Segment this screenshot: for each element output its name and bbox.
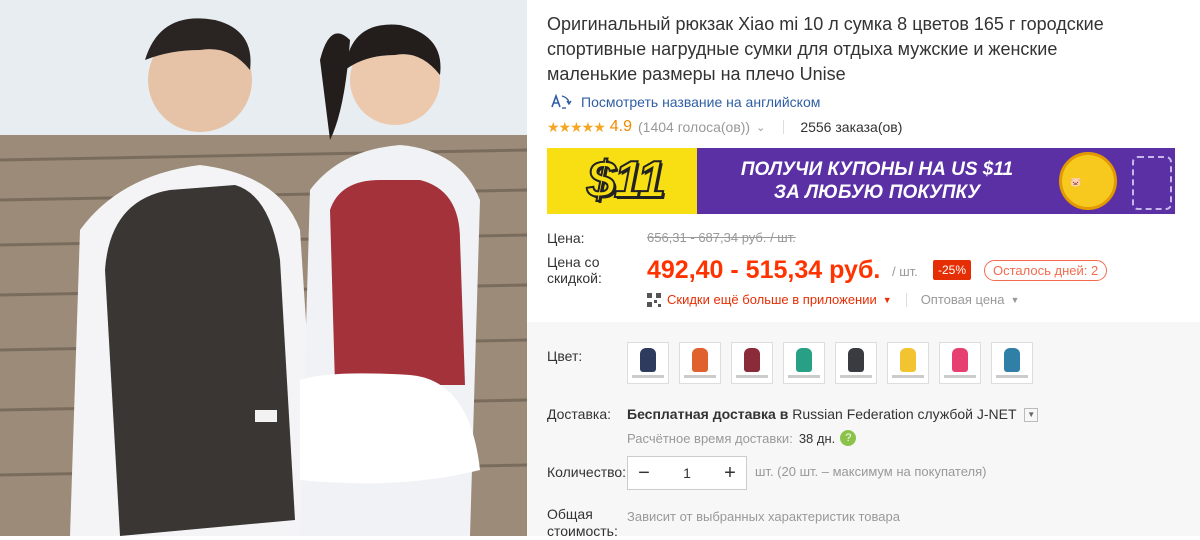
- swatch-caption: [684, 375, 716, 378]
- rating-row: ★★★★★ 4.9 (1404 голоса(ов)) ⌄ 2556 заказ…: [547, 118, 902, 136]
- wholesale-price-link[interactable]: Оптовая цена: [921, 292, 1005, 307]
- rating-votes[interactable]: (1404 голоса(ов)): [638, 119, 750, 135]
- chevron-down-icon[interactable]: ⌄: [756, 121, 765, 134]
- ticket-icon: [1132, 156, 1172, 210]
- color-swatch[interactable]: [835, 342, 877, 384]
- increase-quantity-button[interactable]: +: [714, 462, 746, 485]
- color-swatch[interactable]: [731, 342, 773, 384]
- help-icon[interactable]: ?: [840, 430, 857, 446]
- app-discount-link[interactable]: Скидки ещё больше в приложении: [667, 292, 877, 307]
- swatch-caption: [736, 375, 768, 378]
- delivery-time-row: Расчётное время доставки: 38 дн. ?: [627, 430, 857, 446]
- shipping-free-text: Бесплатная доставка в: [627, 406, 789, 422]
- delivery-time-value: 38 дн.: [798, 430, 836, 446]
- translate-title-link[interactable]: Посмотреть название на английском: [547, 92, 820, 112]
- swatch-caption: [788, 375, 820, 378]
- per-unit: / шт.: [892, 264, 918, 279]
- old-price: 656,31 - 687,34 руб. / шт.: [647, 230, 796, 245]
- color-swatch[interactable]: [939, 342, 981, 384]
- shipping-label: Доставка:: [547, 406, 612, 422]
- product-photo-illustration: [0, 0, 527, 536]
- discount-price-label: Цена со скидкой:: [547, 254, 602, 286]
- translate-icon: [551, 93, 572, 109]
- product-image[interactable]: [0, 0, 527, 536]
- shipping-info: Бесплатная доставка в Russian Federation…: [627, 406, 1039, 423]
- backpack-thumbnail: [796, 348, 812, 372]
- options-panel: Цвет: Доставка: Бесплатная доставка в Ru…: [527, 322, 1200, 539]
- swatch-caption: [632, 375, 664, 378]
- price-section: Цена: 656,31 - 687,34 руб. / шт. Цена со…: [547, 214, 1200, 318]
- shipping-country[interactable]: Russian Federation службой J-NET: [792, 406, 1016, 422]
- discount-badge: -25%: [933, 260, 972, 280]
- banner-line-1: ПОЛУЧИ КУПОНЫ НА US $11: [740, 159, 1014, 180]
- quantity-note: шт. (20 шт. – максимум на покупателя): [755, 464, 987, 479]
- qr-code-icon: [647, 292, 661, 307]
- color-swatches: [627, 342, 1033, 384]
- banner-text: ПОЛУЧИ КУПОНЫ НА US $11 ЗА ЛЮБУЮ ПОКУПКУ: [707, 158, 1047, 204]
- banner-amount: $11: [586, 150, 667, 210]
- color-swatch[interactable]: [991, 342, 1033, 384]
- price-label: Цена:: [547, 230, 585, 246]
- quantity-stepper: − 1 +: [627, 456, 747, 490]
- color-swatch[interactable]: [679, 342, 721, 384]
- chevron-down-icon[interactable]: ▼: [1024, 408, 1039, 423]
- color-swatch[interactable]: [887, 342, 929, 384]
- backpack-thumbnail: [640, 348, 656, 372]
- banner-line-2: ЗА ЛЮБУЮ ПОКУПКУ: [773, 182, 981, 203]
- quantity-label: Количество:: [547, 464, 627, 480]
- discount-price: 492,40 - 515,34 руб.: [647, 256, 881, 284]
- orders-count: 2556 заказа(ов): [800, 119, 903, 135]
- caret-down-icon[interactable]: ▼: [1010, 295, 1019, 305]
- product-title: Оригинальный рюкзак Xiao mi 10 л сумка 8…: [547, 14, 1104, 84]
- days-left-badge: Осталось дней: 2: [984, 260, 1108, 281]
- total-label: Общая стоимость:: [547, 506, 618, 539]
- caret-down-icon[interactable]: ▼: [883, 295, 892, 305]
- backpack-thumbnail: [900, 348, 916, 372]
- backpack-thumbnail: [744, 348, 760, 372]
- swatch-caption: [892, 375, 924, 378]
- piggy-bank-coin-icon: 🐷: [1059, 152, 1117, 210]
- backpack-thumbnail: [1004, 348, 1020, 372]
- delivery-time-label: Расчётное время доставки:: [627, 430, 793, 446]
- divider: [783, 120, 785, 134]
- decrease-quantity-button[interactable]: −: [628, 462, 660, 485]
- coupon-banner[interactable]: $11 ПОЛУЧИ КУПОНЫ НА US $11 ЗА ЛЮБУЮ ПОК…: [547, 148, 1175, 214]
- swatch-caption: [840, 375, 872, 378]
- total-note: Зависит от выбранных характеристик товар…: [627, 509, 900, 524]
- translate-link-text: Посмотреть название на английском: [581, 94, 821, 110]
- divider: [905, 292, 907, 307]
- backpack-thumbnail: [692, 348, 708, 372]
- quantity-value[interactable]: 1: [660, 465, 714, 481]
- backpack-thumbnail: [952, 348, 968, 372]
- app-discount-row: Скидки ещё больше в приложении ▼ Оптовая…: [647, 292, 1019, 307]
- rating-score: 4.9: [609, 118, 633, 135]
- color-label: Цвет:: [547, 348, 583, 364]
- color-swatch[interactable]: [783, 342, 825, 384]
- color-swatch[interactable]: [627, 342, 669, 384]
- rating-stars-icon: ★★★★★: [547, 118, 606, 135]
- backpack-thumbnail: [848, 348, 864, 372]
- swatch-caption: [944, 375, 976, 378]
- swatch-caption: [996, 375, 1028, 378]
